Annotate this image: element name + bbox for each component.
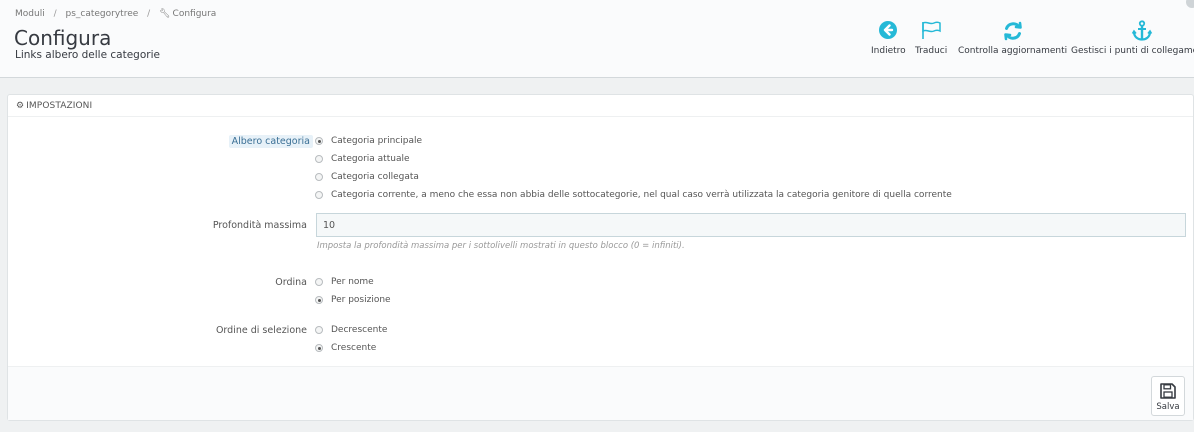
radio-button[interactable] [315, 173, 323, 181]
page-header: Moduli / ps_categorytree / 🔧︎ Configura C… [0, 0, 1194, 78]
scroll-corner [1186, 0, 1194, 8]
wrench-icon: 🔧︎ [159, 9, 171, 19]
back-button[interactable]: Indietro [871, 20, 906, 56]
save-label: Salva [1156, 402, 1180, 412]
radio-button[interactable] [315, 155, 323, 163]
radio-root-category[interactable]: Categoria principale [315, 134, 422, 148]
radio-label: Categoria principale [331, 136, 422, 146]
gears-icon: ⚙ [16, 101, 25, 111]
page-title: Configura [14, 26, 112, 50]
check-updates-label: Controlla aggiornamenti [958, 46, 1068, 56]
radio-label: Categoria attuale [331, 154, 410, 164]
radio-label: Per nome [331, 277, 374, 287]
radio-button[interactable] [315, 296, 323, 304]
manage-hooks-button[interactable]: Gestisci i punti di collegamento [1071, 20, 1194, 56]
radio-button[interactable] [315, 137, 323, 145]
back-label: Indietro [871, 46, 906, 56]
radio-label: Decrescente [331, 325, 388, 335]
radio-label: Categoria corrente, a meno che essa non … [331, 190, 952, 200]
breadcrumb-item-current: Configura [172, 9, 217, 19]
radio-current-or-parent-category[interactable]: Categoria corrente, a meno che essa non … [315, 188, 952, 202]
max-depth-help: Imposta la profondità massima per i sott… [317, 241, 685, 251]
max-depth-input[interactable] [316, 213, 1186, 237]
floppy-disk-icon [1160, 383, 1176, 399]
radio-button[interactable] [315, 191, 323, 199]
radio-label: Crescente [331, 343, 377, 353]
breadcrumb: Moduli / ps_categorytree / 🔧︎ Configura [15, 9, 216, 19]
translate-label: Traduci [915, 46, 948, 56]
settings-panel: ⚙ IMPOSTAZIONI Albero categoria Categoria… [7, 94, 1194, 421]
arrow-left-circle-icon [871, 20, 906, 42]
radio-order-descending[interactable]: Decrescente [315, 323, 387, 337]
radio-button[interactable] [315, 344, 323, 352]
radio-current-category[interactable]: Categoria attuale [315, 152, 410, 166]
breadcrumb-item-modules[interactable]: Moduli [15, 9, 45, 19]
flag-icon [915, 20, 947, 42]
sort-label: Ordina [275, 277, 307, 288]
radio-order-ascending[interactable]: Crescente [315, 341, 376, 355]
panel-footer: Salva [8, 366, 1193, 420]
category-tree-label: Albero categoria [228, 135, 313, 148]
radio-label: Per posizione [331, 295, 391, 305]
check-updates-button[interactable]: Controlla aggiornamenti [958, 20, 1067, 56]
translate-button[interactable]: Traduci [915, 20, 947, 56]
breadcrumb-item-module[interactable]: ps_categorytree [66, 9, 139, 19]
save-button[interactable]: Salva [1151, 376, 1185, 416]
radio-button[interactable] [315, 278, 323, 286]
manage-hooks-label: Gestisci i punti di collegamento [1071, 46, 1194, 56]
anchor-icon [1071, 20, 1194, 42]
radio-sort-by-position[interactable]: Per posizione [315, 293, 391, 307]
radio-label: Categoria collegata [331, 172, 419, 182]
radio-button[interactable] [315, 326, 323, 334]
panel-heading-label: IMPOSTAZIONI [26, 101, 93, 111]
panel-heading: ⚙ IMPOSTAZIONI [8, 95, 1193, 117]
breadcrumb-separator: / [53, 9, 57, 19]
radio-linked-category[interactable]: Categoria collegata [315, 170, 419, 184]
breadcrumb-separator: / [147, 9, 151, 19]
refresh-icon [958, 20, 1067, 42]
max-depth-label: Profondità massima [212, 220, 307, 231]
radio-sort-by-name[interactable]: Per nome [315, 275, 374, 289]
page-subtitle: Links albero delle categorie [15, 49, 160, 61]
sort-order-label: Ordine di selezione [215, 325, 307, 336]
